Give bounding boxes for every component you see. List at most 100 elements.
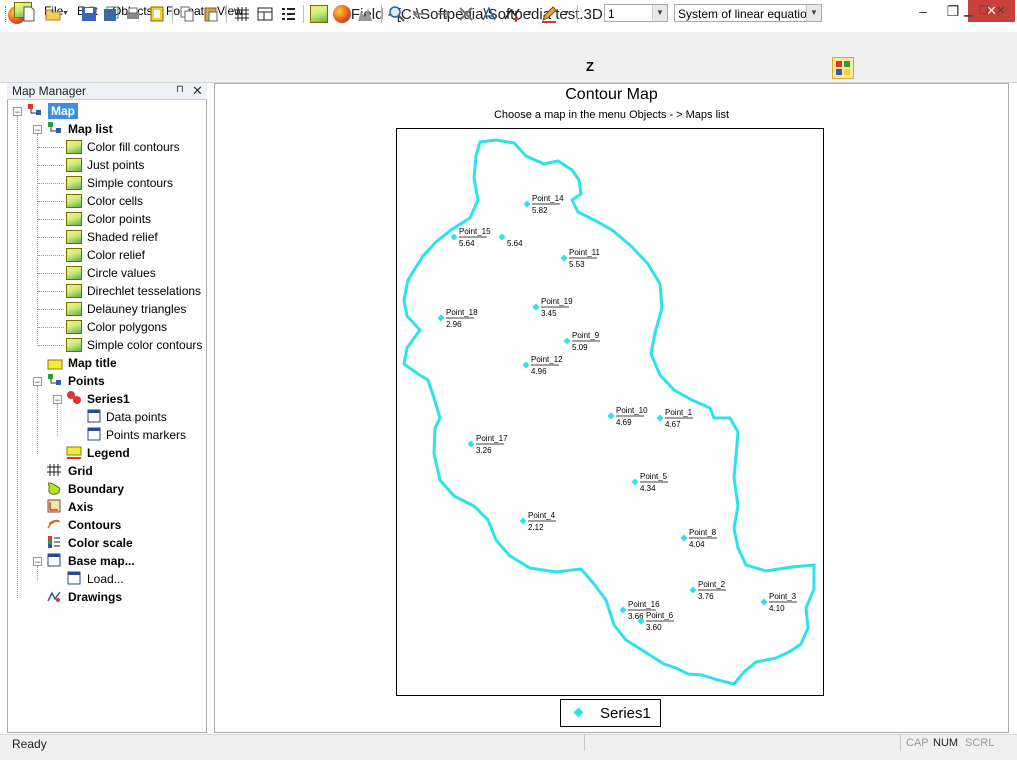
tree-item-series1[interactable]: Series1: [87, 391, 130, 407]
tools-icon[interactable]: [457, 5, 475, 23]
map-list-item[interactable]: Color polygons: [87, 319, 167, 335]
tree-item-map[interactable]: Map: [48, 103, 78, 119]
line-dropdown-icon[interactable]: ▼: [526, 10, 533, 17]
collapse-toggle[interactable]: −: [53, 395, 62, 405]
toolbar-grip[interactable]: [5, 6, 9, 22]
zoom-icon[interactable]: [388, 5, 406, 23]
toolbar-separator: [577, 5, 578, 23]
list-icon[interactable]: [279, 5, 297, 23]
save-all-icon[interactable]: [102, 5, 120, 23]
print-preview-icon[interactable]: [148, 5, 166, 23]
point-marker[interactable]: [450, 233, 458, 241]
tree-item-drawings[interactable]: Drawings: [68, 589, 122, 605]
tree-guide: [38, 147, 64, 148]
map-list-item[interactable]: Color relief: [87, 247, 145, 263]
arrow-left-icon[interactable]: [411, 5, 429, 23]
surface-icon[interactable]: [356, 5, 374, 23]
map-3d-icon[interactable]: [333, 5, 351, 23]
tree-guide: [37, 386, 38, 454]
mdi-minimize-button[interactable]: ▁: [964, 4, 972, 17]
chevron-down-icon[interactable]: ▼: [806, 5, 821, 21]
z-level-select[interactable]: 1 ▼: [604, 4, 668, 22]
pin-icon[interactable]: ⊓: [176, 84, 184, 95]
point-value-label: 3.45: [541, 309, 557, 318]
copy-icon[interactable]: [178, 5, 196, 23]
contour-map-canvas[interactable]: Point_14 5.82 Point_15 5.64 5.64 Point_11 5.53…: [396, 128, 824, 696]
layout-icon[interactable]: [256, 5, 274, 23]
chevron-down-icon[interactable]: ▼: [652, 5, 667, 21]
tree-item-legend[interactable]: Legend: [87, 445, 130, 461]
arrow-right-icon[interactable]: [434, 5, 452, 23]
collapse-toggle[interactable]: −: [33, 557, 42, 567]
map-list-item[interactable]: Just points: [87, 157, 144, 173]
tree-item-color-scale[interactable]: Color scale: [68, 535, 133, 551]
point-marker[interactable]: [498, 233, 506, 241]
tree-guide: [38, 219, 64, 220]
mdi-restore-button[interactable]: ❐: [979, 4, 989, 17]
grid-icon[interactable]: [233, 5, 251, 23]
map-list-item[interactable]: Shaded relief: [87, 229, 158, 245]
collapse-toggle[interactable]: −: [33, 125, 42, 135]
map-type-icon: [66, 230, 82, 244]
point-marker[interactable]: [689, 586, 697, 594]
point-marker[interactable]: [656, 414, 664, 422]
paste-icon[interactable]: [202, 5, 220, 23]
point-marker[interactable]: [607, 412, 615, 420]
point-marker[interactable]: [560, 254, 568, 262]
point-marker[interactable]: [523, 200, 531, 208]
point-marker[interactable]: [522, 361, 530, 369]
tree-item-points[interactable]: Points: [68, 373, 105, 389]
point-marker[interactable]: [563, 337, 571, 345]
minimize-button[interactable]: –: [908, 0, 938, 22]
line-tool-icon[interactable]: [503, 5, 521, 23]
pencil-dropdown-icon[interactable]: ▼: [563, 10, 570, 17]
map-list-item[interactable]: Circle values: [87, 265, 156, 281]
tree-item-load[interactable]: Load...: [87, 571, 124, 587]
boundary-line[interactable]: [402, 138, 816, 686]
map-list-item[interactable]: Direchlet tesselations: [87, 283, 201, 299]
map-list-item[interactable]: Simple color contours: [87, 337, 202, 353]
map-list-item[interactable]: Color cells: [87, 193, 143, 209]
point-marker[interactable]: [437, 314, 445, 322]
point-marker[interactable]: [680, 534, 688, 542]
map-list-item[interactable]: Delauney triangles: [87, 301, 186, 317]
map-list-item[interactable]: Color fill contours: [87, 139, 180, 155]
open-dropdown-icon[interactable]: ▼: [62, 10, 69, 17]
tree-item-contours[interactable]: Contours: [68, 517, 121, 533]
tree-item-grid[interactable]: Grid: [68, 463, 93, 479]
map-list-item[interactable]: Simple contours: [87, 175, 173, 191]
point-marker[interactable]: [619, 606, 627, 614]
method-select[interactable]: System of linear equatio ▼: [674, 4, 822, 22]
save-icon[interactable]: [80, 5, 98, 23]
point-marker[interactable]: [532, 303, 540, 311]
pencil-icon[interactable]: [540, 5, 558, 23]
tree-item-base-map[interactable]: Base map...: [68, 553, 135, 569]
panel-close-icon[interactable]: ✕: [192, 83, 203, 99]
tree-item-boundary[interactable]: Boundary: [68, 481, 124, 497]
print-icon[interactable]: [124, 5, 142, 23]
open-folder-icon[interactable]: [44, 5, 62, 23]
collapse-toggle[interactable]: −: [13, 107, 22, 117]
tree-item-map-title[interactable]: Map title: [68, 355, 117, 371]
collapse-toggle[interactable]: −: [33, 377, 42, 387]
tree-item-axis[interactable]: Axis: [68, 499, 93, 515]
tree-item-map-list[interactable]: Map list: [68, 121, 113, 137]
scroll-lock-indicator: SCRL: [965, 737, 995, 749]
close-button[interactable]: ✕: [968, 0, 1015, 22]
calculate-button[interactable]: [832, 57, 854, 79]
map-type-icon: [66, 212, 82, 226]
map-2d-icon[interactable]: [310, 5, 328, 23]
tree-item-points-markers[interactable]: Points markers: [106, 427, 186, 443]
map-title[interactable]: Contour Map: [214, 86, 1009, 104]
point-marker[interactable]: [631, 478, 639, 486]
new-file-icon[interactable]: [20, 5, 38, 23]
text-style-icon[interactable]: [480, 5, 498, 23]
point-marker[interactable]: [519, 517, 527, 525]
tree-item-data-points[interactable]: Data points: [106, 409, 167, 425]
point-name-label: Point_18: [446, 308, 478, 317]
point-value-label: 5.09: [572, 343, 588, 352]
mdi-close-button[interactable]: ✕: [996, 4, 1005, 17]
map-list-item[interactable]: Color points: [87, 211, 151, 227]
point-marker[interactable]: [760, 598, 768, 606]
point-marker[interactable]: [467, 440, 475, 448]
